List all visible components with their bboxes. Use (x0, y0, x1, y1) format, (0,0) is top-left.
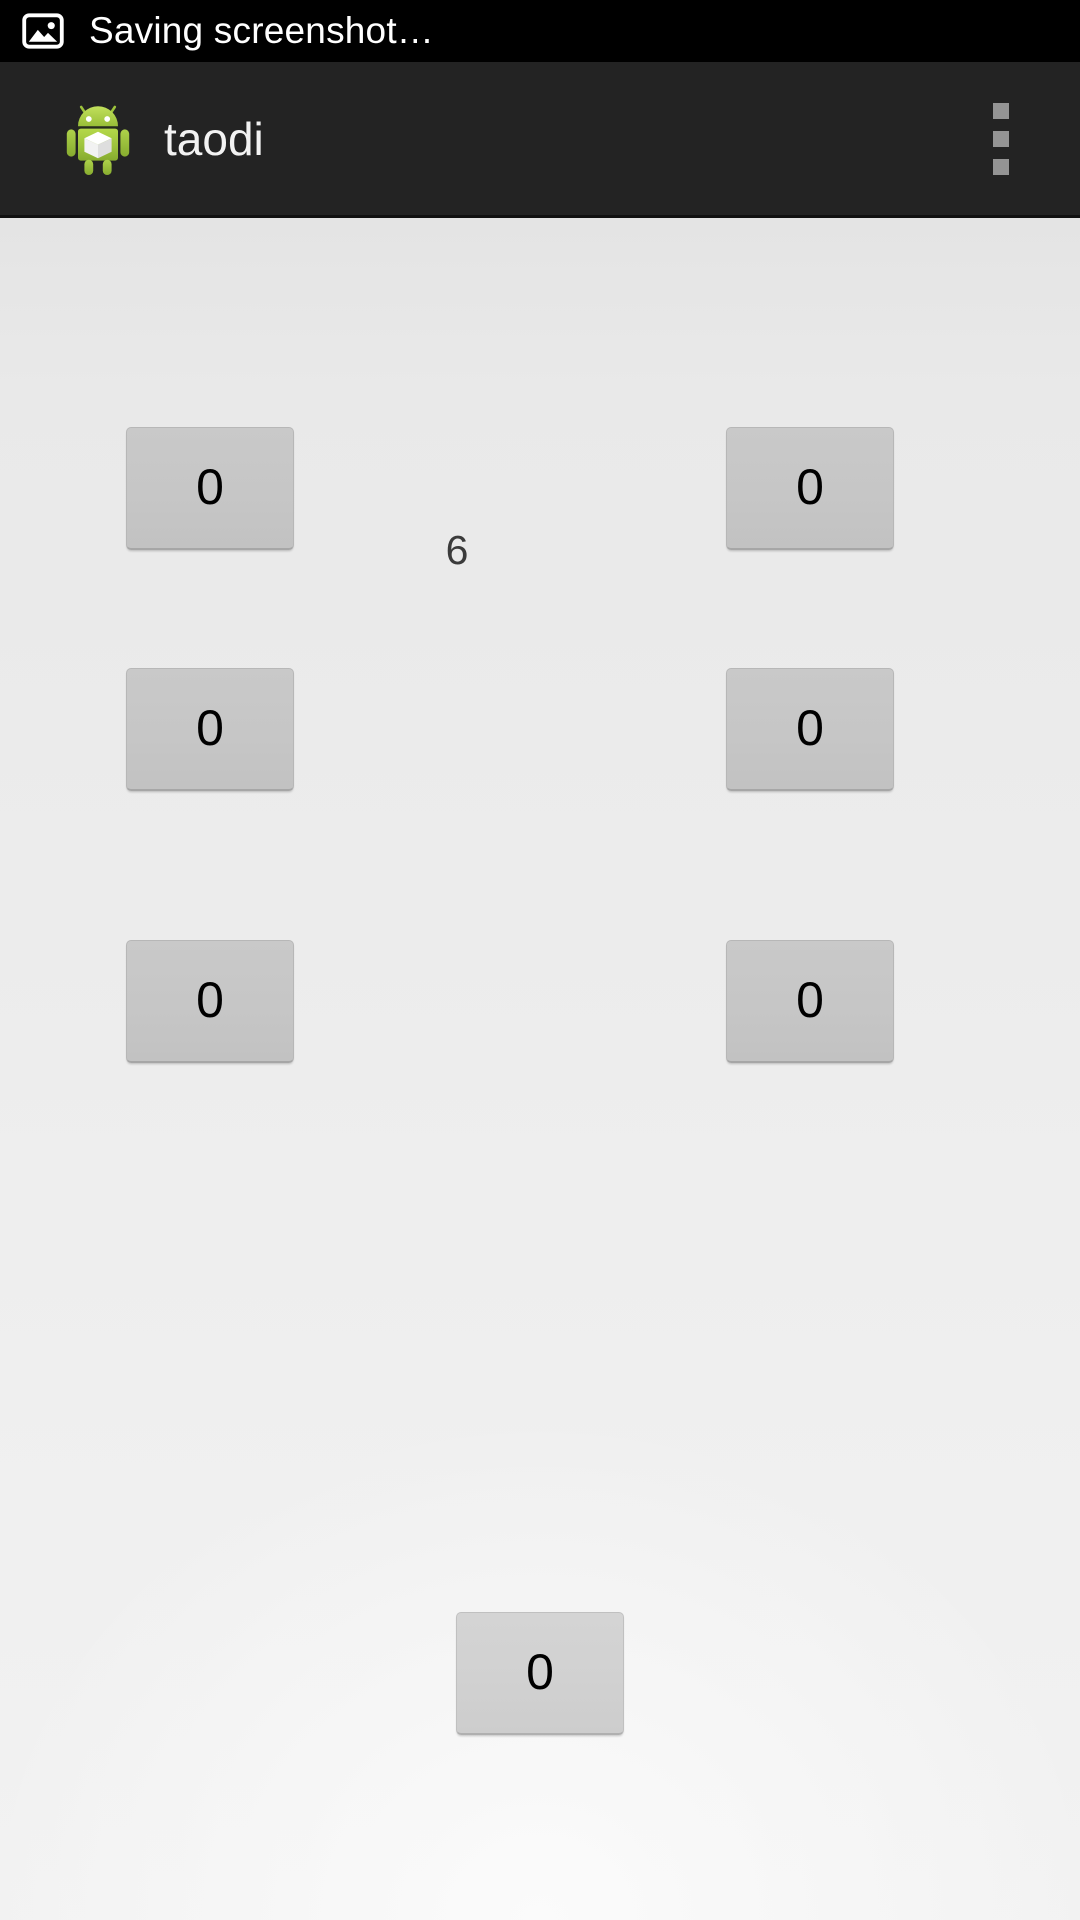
button-r2c1[interactable]: 0 (126, 668, 294, 791)
page-title: taodi (164, 112, 264, 165)
overflow-dot-2 (993, 130, 1009, 147)
overflow-menu-icon[interactable] (977, 93, 1025, 185)
overflow-dot-3 (993, 158, 1009, 175)
button-r3c1[interactable]: 0 (126, 940, 294, 1063)
action-bar: taodi (0, 62, 1080, 218)
android-robot-icon (66, 105, 130, 175)
button-r1c2[interactable]: 0 (726, 427, 894, 550)
main-content: 6 0 0 0 0 0 0 0 (0, 218, 1080, 1920)
button-bottom[interactable]: 0 (456, 1612, 624, 1735)
button-r1c1[interactable]: 0 (126, 427, 294, 550)
status-bar-text: Saving screenshot… (89, 10, 435, 51)
image-icon (22, 13, 64, 49)
overflow-dot-1 (993, 102, 1009, 119)
button-r3c2[interactable]: 0 (726, 940, 894, 1063)
button-r2c2[interactable]: 0 (726, 668, 894, 791)
app-screen: Saving screenshot… taodi 6 0 0 0 0 0 0 0 (0, 0, 1080, 1920)
status-bar: Saving screenshot… (0, 0, 1080, 62)
